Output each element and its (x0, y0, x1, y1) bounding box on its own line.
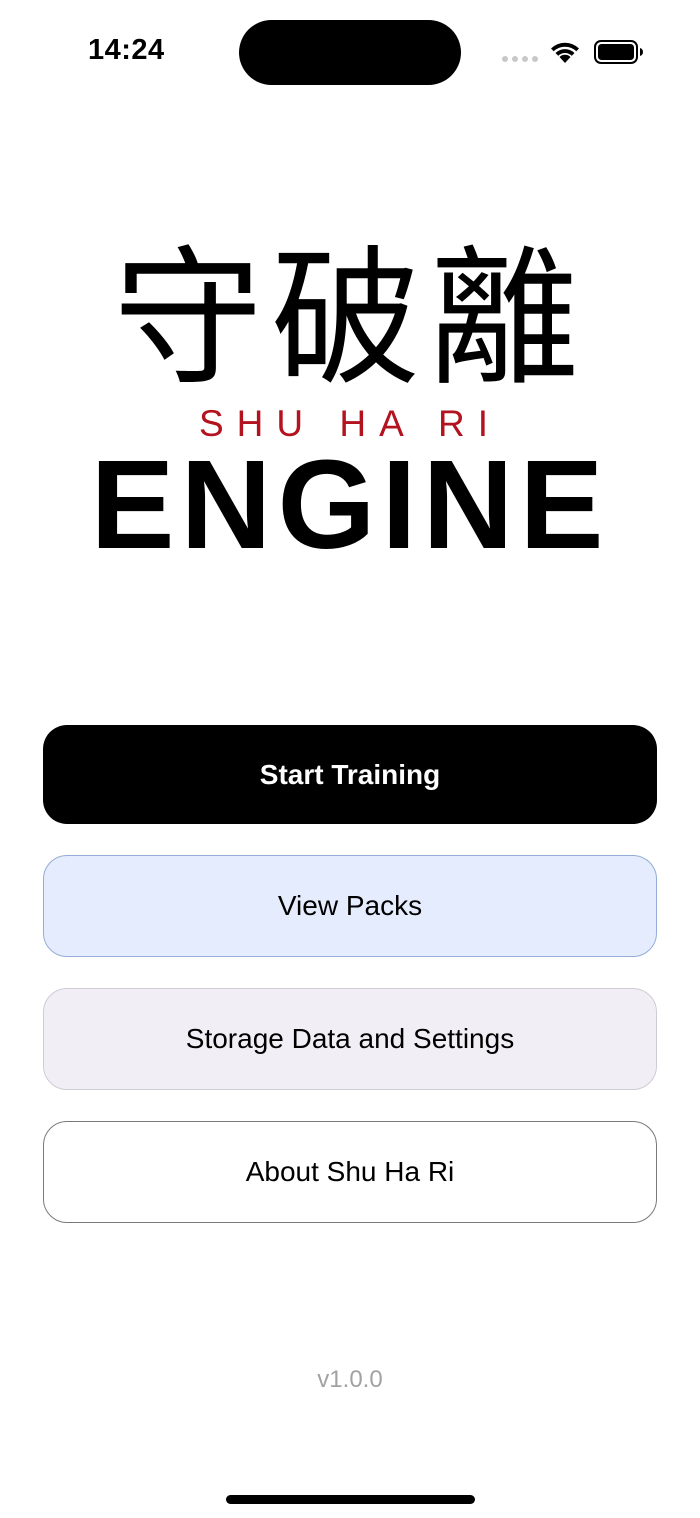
storage-settings-button[interactable]: Storage Data and Settings (43, 988, 657, 1090)
home-indicator[interactable] (226, 1495, 475, 1504)
start-training-button[interactable]: Start Training (43, 725, 657, 824)
app-logo: 守破離 SHU HA RI ENGINE (0, 240, 700, 570)
dynamic-island (239, 20, 461, 85)
logo-wordmark: ENGINE (90, 434, 610, 575)
battery-icon (594, 40, 643, 64)
status-time: 14:24 (88, 34, 165, 66)
status-bar: 14:24 (0, 0, 700, 100)
wifi-icon (551, 42, 579, 63)
about-button[interactable]: About Shu Ha Ri (43, 1121, 657, 1223)
cellular-signal-icon (502, 56, 538, 62)
view-packs-button[interactable]: View Packs (43, 855, 657, 957)
main-menu: Start Training View Packs Storage Data a… (43, 725, 657, 1254)
logo-kanji: 守破離 (112, 233, 587, 407)
version-label: v1.0.0 (317, 1366, 383, 1393)
